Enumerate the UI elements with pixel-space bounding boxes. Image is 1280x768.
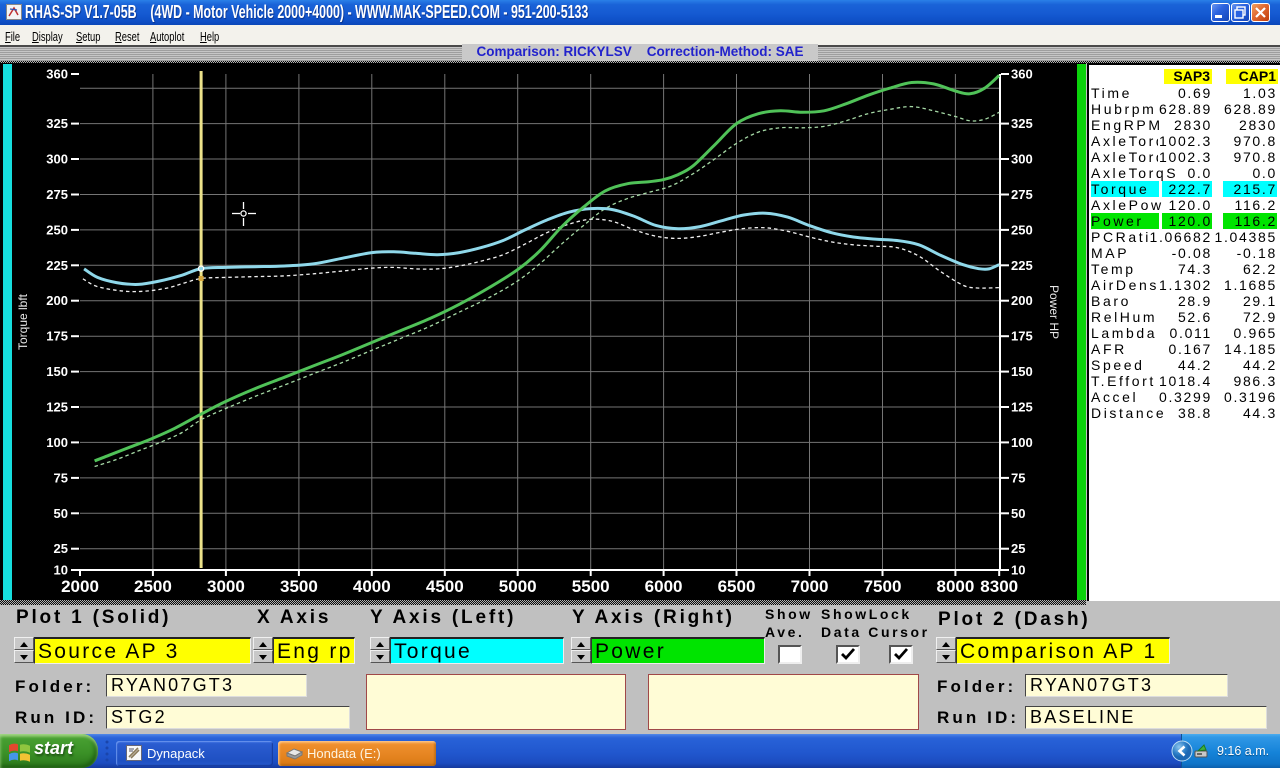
svg-text:200: 200 [1011, 293, 1033, 308]
svg-text:225: 225 [1011, 258, 1033, 273]
svg-text:275: 275 [46, 187, 68, 202]
svg-text:200: 200 [46, 293, 68, 308]
svg-text:225: 225 [46, 258, 68, 273]
svg-text:325: 325 [1011, 116, 1033, 131]
svg-text:125: 125 [46, 400, 68, 415]
svg-text:4500: 4500 [426, 577, 464, 596]
svg-text:6500: 6500 [718, 577, 756, 596]
svg-text:300: 300 [46, 152, 68, 167]
svg-text:3500: 3500 [280, 577, 318, 596]
svg-text:250: 250 [46, 222, 68, 237]
svg-text:6000: 6000 [645, 577, 683, 596]
svg-text:3000: 3000 [207, 577, 245, 596]
svg-text:100: 100 [46, 435, 68, 450]
svg-text:175: 175 [46, 329, 68, 344]
svg-text:175: 175 [1011, 329, 1033, 344]
svg-text:360: 360 [1011, 67, 1033, 82]
svg-text:100: 100 [1011, 435, 1033, 450]
svg-text:Power HP: Power HP [1047, 285, 1061, 339]
svg-text:8000: 8000 [936, 577, 974, 596]
svg-text:75: 75 [54, 470, 68, 485]
svg-text:10: 10 [1011, 563, 1025, 578]
svg-text:7000: 7000 [791, 577, 829, 596]
svg-text:Torque lbft: Torque lbft [16, 293, 30, 350]
svg-text:275: 275 [1011, 187, 1033, 202]
svg-text:50: 50 [1011, 506, 1025, 521]
svg-text:75: 75 [1011, 470, 1025, 485]
svg-text:4000: 4000 [353, 577, 391, 596]
svg-text:250: 250 [1011, 222, 1033, 237]
svg-text:300: 300 [1011, 152, 1033, 167]
svg-text:5000: 5000 [499, 577, 537, 596]
svg-text:360: 360 [46, 67, 68, 82]
svg-text:8300: 8300 [980, 577, 1018, 596]
svg-text:2500: 2500 [134, 577, 172, 596]
svg-text:150: 150 [46, 364, 68, 379]
svg-text:125: 125 [1011, 400, 1033, 415]
svg-text:5500: 5500 [572, 577, 610, 596]
svg-text:25: 25 [54, 541, 68, 556]
svg-text:2000: 2000 [61, 577, 99, 596]
svg-text:150: 150 [1011, 364, 1033, 379]
svg-text:10: 10 [54, 563, 68, 578]
svg-text:325: 325 [46, 116, 68, 131]
svg-text:50: 50 [54, 506, 68, 521]
svg-text:7500: 7500 [864, 577, 902, 596]
svg-text:25: 25 [1011, 541, 1025, 556]
